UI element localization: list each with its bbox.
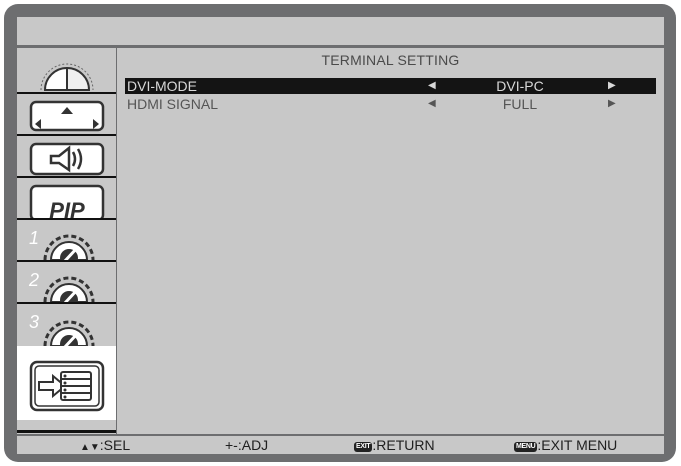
- configuration-2-icon: 2: [28, 270, 95, 304]
- pip-icon: PIP: [29, 184, 105, 220]
- sidebar-item-configuration-3[interactable]: 3: [17, 304, 116, 346]
- menu-key-icon: MENU: [514, 442, 538, 452]
- sidebar-item-audio[interactable]: [17, 136, 116, 178]
- select-hint: ▲▼:SEL: [80, 437, 131, 453]
- configuration-1-icon: 1: [29, 228, 95, 262]
- row-value: FULL: [502, 96, 538, 112]
- svg-text:1: 1: [29, 228, 39, 248]
- screen-icon: [29, 100, 105, 132]
- left-arrow-icon[interactable]: ◀: [428, 96, 436, 112]
- row-value: DVI-PC: [496, 78, 544, 94]
- terminal-setting-panel: TERMINAL SETTING DVI-MODE ◀ DVI-PC ▶ HDM…: [117, 48, 664, 434]
- adjust-hint: +-:ADJ: [225, 437, 269, 453]
- sidebar: PIP 1 2 3: [17, 48, 116, 434]
- sidebar-item-input[interactable]: [17, 346, 116, 420]
- right-arrow-icon[interactable]: ▶: [608, 78, 616, 94]
- audio-icon: [29, 142, 105, 176]
- left-arrow-icon[interactable]: ◀: [428, 78, 436, 94]
- sidebar-item-configuration-1[interactable]: 1: [17, 220, 116, 262]
- exit-key-icon: EXIT: [354, 442, 373, 452]
- sidebar-item-configuration-2[interactable]: 2: [17, 262, 116, 304]
- exit-menu-hint: MENU:EXIT MENU: [514, 437, 618, 453]
- osd-frame: PIP 1 2 3 TERMINAL SETTING DVI-MODE ◀ DV…: [4, 4, 676, 462]
- configuration-3-icon: 3: [29, 312, 95, 346]
- sidebar-divider: [17, 430, 116, 433]
- sidebar-item-picture[interactable]: [17, 48, 116, 94]
- row-label: DVI-MODE: [127, 78, 197, 94]
- row-label: HDMI SIGNAL: [127, 96, 219, 112]
- svg-text:PIP: PIP: [49, 198, 85, 220]
- svg-text:2: 2: [28, 270, 39, 290]
- sidebar-item-screen[interactable]: [17, 94, 116, 136]
- up-down-arrow-icon: ▲▼: [80, 442, 100, 453]
- dvi-mode-row[interactable]: DVI-MODE ◀ DVI-PC ▶: [125, 78, 656, 94]
- hdmi-signal-row[interactable]: HDMI SIGNAL ◀ FULL ▶: [125, 96, 656, 112]
- svg-text:3: 3: [29, 312, 39, 332]
- sidebar-item-pip[interactable]: PIP: [17, 178, 116, 220]
- right-arrow-icon[interactable]: ▶: [608, 96, 616, 112]
- top-bar: [17, 17, 664, 45]
- picture-icon: [40, 63, 94, 91]
- input-icon: [29, 360, 105, 412]
- return-hint: EXIT:RETURN: [354, 437, 435, 453]
- page-title: TERMINAL SETTING: [321, 52, 460, 68]
- key-hint-bar: ▲▼:SEL +-:ADJ EXIT:RETURN MENU:EXIT MENU: [17, 436, 664, 454]
